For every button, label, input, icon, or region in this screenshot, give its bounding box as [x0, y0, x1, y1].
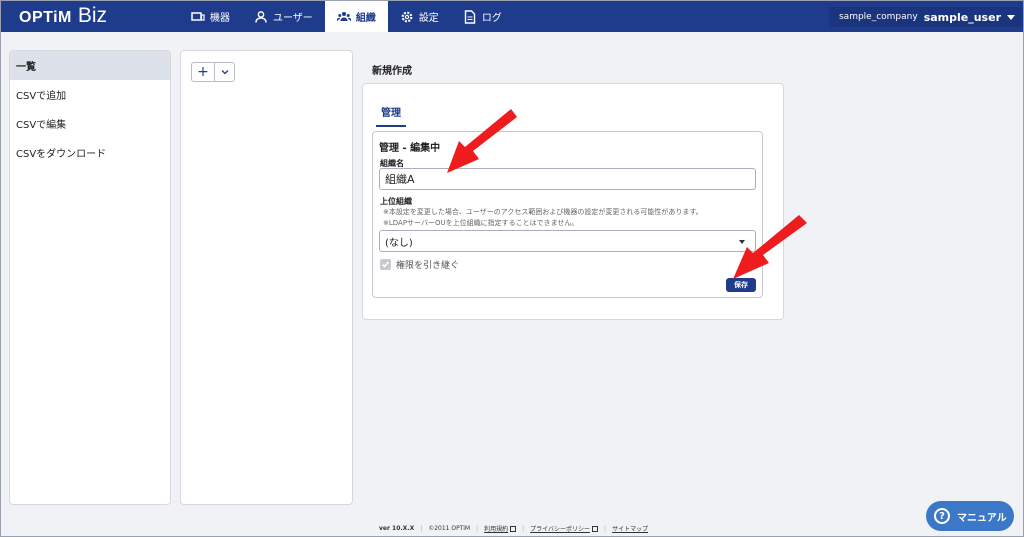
main-nav: 機器 ユーザー 組織 設定 ログ: [179, 1, 514, 32]
sidebar: 一覧 CSVで追加 CSVで編集 CSVをダウンロード: [9, 50, 171, 505]
nav-devices-label: 機器: [210, 13, 230, 24]
footer-separator: |: [420, 525, 423, 532]
org-tree-panel: +: [180, 50, 353, 505]
nav-settings[interactable]: 設定: [388, 1, 451, 32]
sidebar-item-csv-add[interactable]: CSVで追加: [10, 80, 170, 109]
user-name: sample_user: [923, 10, 1001, 24]
nav-devices[interactable]: 機器: [179, 1, 242, 32]
form-title: 管理 - 編集中: [379, 143, 441, 154]
nav-users[interactable]: ユーザー: [242, 1, 325, 32]
footer-terms-link[interactable]: 利用規約: [484, 524, 517, 533]
parent-note-1: ※本設定を変更した場合、ユーザーのアクセス範囲および機器の設定が変更される可能性…: [383, 208, 703, 216]
footer-separator: |: [522, 525, 525, 532]
chevron-down-icon: [221, 70, 228, 75]
nav-users-label: ユーザー: [273, 13, 313, 24]
log-icon: [464, 9, 476, 24]
footer-privacy-label: プライバシーポリシー: [530, 526, 591, 533]
top-header: OPTiM Biz 機器 ユーザー 組織 設定 ログ sample_compan…: [1, 1, 1023, 32]
help-icon: ?: [934, 508, 950, 524]
inherit-permission-row: 権限を引き継ぐ: [380, 258, 459, 271]
sidebar-item-label: 一覧: [16, 62, 36, 73]
chevron-down-icon: [1007, 14, 1015, 20]
tree-toolbar: +: [191, 62, 235, 82]
footer-separator: |: [604, 525, 607, 532]
tree-menu-button[interactable]: [214, 63, 234, 81]
sidebar-item-label: CSVで編集: [16, 120, 67, 131]
footer-separator: |: [476, 525, 479, 532]
annotation-arrow-icon: [733, 215, 807, 279]
parent-org-select[interactable]: (なし): [379, 230, 756, 252]
footer-privacy-link[interactable]: プライバシーポリシー: [530, 524, 599, 533]
device-icon: [191, 11, 205, 21]
org-name-input[interactable]: 組織A: [379, 168, 756, 190]
footer-sitemap-link[interactable]: サイトマップ: [612, 524, 648, 533]
logo-biz: Biz: [77, 4, 108, 27]
tab-management[interactable]: 管理: [376, 100, 406, 127]
gear-icon: [401, 11, 413, 22]
user-icon: [255, 10, 267, 23]
manual-button[interactable]: ? マニュアル: [926, 501, 1014, 531]
app-logo[interactable]: OPTiM Biz: [19, 4, 108, 27]
edit-form: 管理 - 編集中 組織名 組織A 上位組織 ※本設定を変更した場合、ユーザーのア…: [372, 131, 763, 298]
footer-version: ver 10.X.X: [379, 525, 415, 532]
page-title: 新規作成: [372, 66, 412, 77]
logo-optim: OPTiM: [19, 9, 72, 26]
nav-logs-label: ログ: [481, 13, 502, 24]
sidebar-item-list[interactable]: 一覧: [10, 51, 170, 80]
edit-card: 管理 管理 - 編集中 組織名 組織A 上位組織 ※本設定を変更した場合、ユーザ…: [362, 83, 784, 320]
manual-label: マニュアル: [957, 512, 1007, 524]
sidebar-item-label: CSVをダウンロード: [16, 149, 107, 160]
nav-organizations-label: 組織: [355, 13, 376, 24]
nav-organizations[interactable]: 組織: [324, 1, 388, 32]
org-icon: [336, 11, 351, 21]
external-link-icon: [592, 525, 599, 532]
footer-copyright: ©2011 OPTiM: [428, 525, 471, 532]
inherit-permission-checkbox[interactable]: [380, 259, 391, 270]
sidebar-item-csv-download[interactable]: CSVをダウンロード: [10, 138, 170, 167]
inherit-permission-label: 権限を引き継ぐ: [396, 261, 460, 271]
account-menu[interactable]: sample_company sample_user: [829, 7, 1023, 27]
annotation-arrow-icon: [447, 109, 517, 173]
sidebar-item-csv-edit[interactable]: CSVで編集: [10, 109, 170, 138]
nav-settings-label: 設定: [418, 13, 439, 24]
parent-org-value: (なし): [385, 237, 413, 249]
nav-logs[interactable]: ログ: [451, 1, 514, 32]
checkmark-icon: [381, 261, 390, 268]
external-link-icon: [510, 525, 517, 532]
parent-note-2: ※LDAPサーバーOUを上位組織に指定することはできません。: [383, 219, 579, 227]
footer-terms-label: 利用規約: [484, 526, 509, 533]
footer: ver 10.X.X | ©2011 OPTiM | 利用規約 | プライバシー…: [379, 524, 648, 533]
parent-org-label: 上位組織: [380, 197, 412, 206]
add-org-button[interactable]: +: [192, 63, 214, 81]
sidebar-item-label: CSVで追加: [16, 91, 67, 102]
company-name: sample_company: [838, 12, 918, 22]
